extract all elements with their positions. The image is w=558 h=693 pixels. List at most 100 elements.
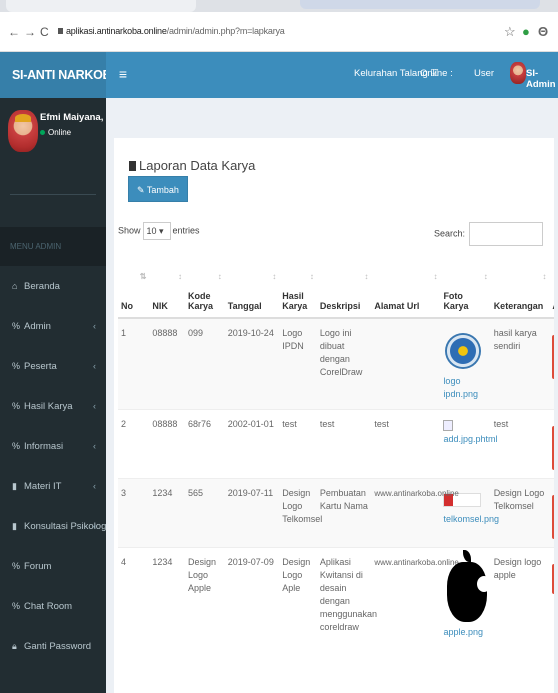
cell-aksi bbox=[549, 409, 554, 479]
action-button[interactable] bbox=[552, 495, 554, 539]
foto-link[interactable]: add.jpg.phtml bbox=[443, 434, 497, 444]
column-header-hasil-karya[interactable]: Hasil Karya ↕ bbox=[279, 254, 317, 319]
app-logo[interactable]: SI-ANTI NARKOBA bbox=[0, 52, 106, 98]
url-field[interactable]: aplikasi.antinarkoba.online/admin/admin.… bbox=[58, 26, 285, 36]
sidebar-item-konsultasi-psikolog[interactable]: ▮ Konsultasi Psikolog ‹ bbox=[0, 506, 106, 546]
divider bbox=[10, 194, 96, 195]
user-label: User bbox=[474, 68, 495, 79]
sidebar-item-informasi[interactable]: % Informasi ‹ bbox=[0, 426, 106, 466]
sidebar-item-beranda[interactable]: ⌂ Beranda bbox=[0, 266, 106, 306]
column-header-aksi[interactable]: A bbox=[549, 254, 554, 319]
column-header-alamat-url[interactable]: Alamat Url ↕ bbox=[371, 254, 441, 319]
sort-icon: ⇅ bbox=[139, 272, 147, 281]
action-button[interactable] bbox=[552, 564, 554, 594]
report-table: No ⇅ NIK ↕ Kode Karya ↕ Tanggal ↕ Hasil Kary… bbox=[118, 254, 554, 647]
column-header-kode-karya[interactable]: Kode Karya ↕ bbox=[185, 254, 225, 319]
cell-tanggal: 2019-07-11 bbox=[224, 478, 280, 548]
column-header-foto-karya[interactable]: Foto Karya ↕ bbox=[440, 254, 491, 319]
foto-link[interactable]: apple.png bbox=[443, 627, 483, 637]
entries-select[interactable]: 10 ▾ bbox=[142, 222, 171, 240]
browser-tab-active[interactable] bbox=[6, 0, 196, 12]
cell-kode: 565 bbox=[185, 478, 225, 548]
sidebar-item-label: Materi IT bbox=[24, 481, 62, 492]
action-button[interactable] bbox=[552, 335, 554, 379]
cell-kode: 099 bbox=[185, 317, 225, 410]
show-label: Show bbox=[118, 225, 141, 236]
column-header-deskripsi[interactable]: Deskripsi ↕ bbox=[316, 254, 372, 319]
table-row: 1 08888 099 2019-10-24 Logo IPDN Logo in… bbox=[118, 317, 554, 410]
sidebar: SI-ANTI NARKOBA Efmi Maiyana, S.Kom., M … bbox=[0, 52, 106, 693]
menu-toggle-icon[interactable]: ≡ bbox=[106, 52, 140, 98]
sidebar-item-ganti-password[interactable]: 🔒︎ Ganti Password bbox=[0, 626, 106, 666]
profile-icon[interactable]: Θ bbox=[538, 24, 548, 39]
user-name: Efmi Maiyana, S.Kom., M bbox=[40, 112, 106, 123]
cell-nik: 1234 bbox=[149, 478, 185, 548]
cell-deskripsi: test bbox=[316, 409, 372, 479]
cell-aksi bbox=[549, 317, 554, 410]
sort-icon: ↕ bbox=[272, 272, 277, 281]
cell-keterangan: hasil karya sendiri bbox=[490, 317, 550, 410]
cell-url: test bbox=[371, 409, 441, 479]
add-data-button[interactable]: ✎ Tambah Data bbox=[128, 176, 188, 221]
cell-foto: logo ipdn.png bbox=[440, 317, 491, 410]
sidebar-item-label: Ganti Password bbox=[24, 641, 92, 652]
sidebar-item-label: Hasil Karya bbox=[24, 401, 73, 412]
extension-icon[interactable]: ● bbox=[522, 24, 530, 39]
page-title: Laporan Data Karya bbox=[129, 158, 255, 173]
sidebar-item-chat-room[interactable]: % Chat Room bbox=[0, 586, 106, 626]
sidebar-item-peserta[interactable]: % Peserta ‹ bbox=[0, 346, 106, 386]
foto-link[interactable]: telkomsel.png bbox=[443, 514, 499, 524]
column-header-keterangan[interactable]: Keterangan ↕ bbox=[490, 254, 550, 319]
entries-length: Show 10 ▾ entries bbox=[118, 222, 200, 240]
sidebar-item-admin[interactable]: % Admin ‹ bbox=[0, 306, 106, 346]
avatar[interactable] bbox=[510, 62, 526, 84]
forward-button[interactable]: → bbox=[24, 25, 36, 39]
online-dot-icon bbox=[40, 130, 45, 135]
cell-no: 2 bbox=[118, 409, 150, 479]
chevron-left-icon: ‹ bbox=[93, 321, 96, 331]
admin-menu[interactable]: SI-Admin bbox=[526, 68, 558, 90]
cell-aksi bbox=[549, 547, 554, 647]
add-data-label: Tambah Data bbox=[146, 185, 179, 221]
share-icon: % bbox=[12, 361, 21, 371]
sidebar-item-forum[interactable]: % Forum bbox=[0, 546, 106, 586]
reload-button[interactable]: C bbox=[40, 25, 49, 39]
lock-icon: 🔒︎ bbox=[12, 641, 17, 651]
sidebar-item-materi-it[interactable]: ▮ Materi IT ‹ bbox=[0, 466, 106, 506]
table-row: 4 1234 Design Logo Apple 2019-07-09 Desi… bbox=[118, 547, 554, 647]
column-header-no[interactable]: No ⇅ bbox=[118, 254, 150, 319]
sort-icon: ↕ bbox=[178, 272, 182, 281]
back-button[interactable]: ← bbox=[8, 25, 20, 39]
cell-kode: 68r76 bbox=[185, 409, 225, 479]
sidebar-item-hasil-karya[interactable]: % Hasil Karya ‹ bbox=[0, 386, 106, 426]
column-header-tanggal[interactable]: Tanggal ↕ bbox=[224, 254, 280, 319]
search-label: Search: bbox=[434, 228, 466, 239]
report-box: Laporan Data Karya ✎ Tambah Data Show 10 … bbox=[114, 138, 554, 693]
foto-link[interactable]: logo ipdn.png bbox=[443, 376, 478, 399]
action-button[interactable] bbox=[552, 426, 554, 470]
browser-tab-inactive[interactable] bbox=[300, 0, 540, 9]
sidebar-item-label: Admin bbox=[24, 321, 51, 332]
entries-value: 10 bbox=[146, 226, 157, 236]
table-row: 3 1234 565 2019-07-11 Design Logo Telkom… bbox=[118, 478, 554, 548]
user-status: Online bbox=[40, 128, 71, 137]
browser-address-bar: ← → C aplikasi.antinarkoba.online/admin/… bbox=[0, 12, 558, 52]
cell-hasil: Design Logo Telkomsel bbox=[279, 478, 322, 548]
edit-icon: ✎ bbox=[137, 185, 147, 195]
cell-aksi bbox=[549, 478, 554, 548]
cell-keterangan: test bbox=[490, 409, 550, 479]
share-icon: % bbox=[12, 401, 21, 411]
chevron-left-icon: ‹ bbox=[93, 401, 96, 411]
sidebar-item-label: Informasi bbox=[24, 441, 64, 452]
cell-keterangan: Design Logo Telkomsel bbox=[490, 478, 550, 548]
sidebar-item-label: Forum bbox=[24, 561, 52, 572]
sidebar-item-label: Beranda bbox=[24, 281, 60, 292]
column-header-nik[interactable]: NIK ↕ bbox=[149, 254, 185, 319]
sidebar-item-label: Peserta bbox=[24, 361, 57, 372]
star-icon[interactable]: ☆ bbox=[504, 24, 516, 40]
url-path: /admin/admin.php?m=lapkarya bbox=[166, 26, 285, 36]
sort-icon: ↕ bbox=[542, 272, 547, 281]
cell-no: 1 bbox=[118, 317, 150, 410]
chevron-left-icon: ‹ bbox=[93, 361, 96, 371]
search-input[interactable] bbox=[469, 222, 544, 246]
